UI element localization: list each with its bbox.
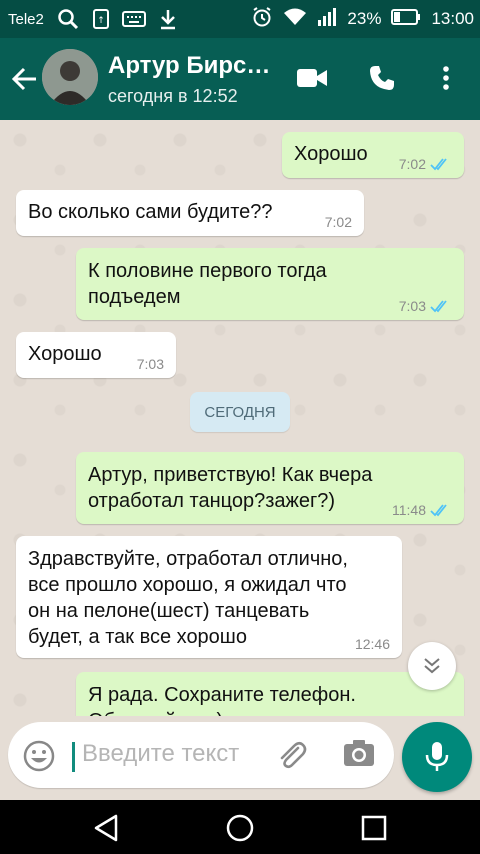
emoji-icon[interactable] — [22, 739, 56, 773]
text-caret — [72, 742, 75, 772]
message-text: Артур, приветствую! Как вчера отработал … — [88, 464, 373, 512]
message-time: 12:46 — [355, 636, 390, 652]
date-divider: СЕГОДНЯ — [190, 392, 290, 432]
message-bubble-incoming[interactable]: Здравствуйте, отработал отлично, все про… — [16, 536, 402, 658]
chat-area[interactable]: Хорошо 7:02 Во сколько сами будите?? 7:0… — [0, 120, 480, 716]
back-arrow-icon[interactable] — [10, 64, 40, 94]
contact-name[interactable]: Артур Бирс… — [108, 52, 278, 80]
time-label: 12:46 — [354, 636, 390, 652]
carrier-label: Tele2 — [8, 10, 44, 28]
message-bubble-outgoing[interactable]: Артур, приветствую! Как вчера отработал … — [76, 452, 464, 524]
status-bar: Tele2 ↑ 23% 13:00 — [0, 0, 480, 38]
videocam-icon[interactable] — [296, 62, 328, 94]
message-text: Здравствуйте, отработал отлично, все про… — [28, 548, 348, 648]
download-icon — [158, 8, 178, 30]
more-vert-icon[interactable] — [430, 62, 462, 94]
message-time: 7:03 — [137, 356, 164, 372]
time-label: 7:02 — [398, 156, 426, 172]
time-label: 11:48 — [392, 502, 426, 518]
message-text: Я рада. Сохраните телефон. Обращайтесь) — [88, 684, 356, 716]
input-placeholder: Введите текст — [82, 740, 240, 767]
recents-square-icon[interactable] — [358, 812, 390, 844]
svg-text:↑: ↑ — [97, 16, 105, 26]
alarm-icon — [251, 6, 273, 33]
battery-percent: 23% — [347, 9, 382, 28]
search-icon — [56, 7, 80, 31]
message-text: К половине первого тогда подъедем — [88, 260, 327, 308]
keyboard-icon — [121, 10, 146, 28]
clock: 13:00 — [431, 9, 474, 28]
camera-icon[interactable] — [342, 738, 378, 774]
message-time: 7:02 — [399, 156, 452, 172]
phone-icon[interactable] — [366, 62, 398, 94]
last-seen: сегодня в 12:52 — [108, 86, 238, 106]
wifi-icon — [283, 7, 307, 32]
home-circle-icon[interactable] — [224, 812, 256, 844]
time-label: 7:03 — [398, 298, 426, 314]
message-text: Во сколько сами будите?? — [28, 201, 273, 223]
message-input[interactable]: Введите текст — [8, 722, 394, 788]
system-nav-bar — [0, 800, 480, 854]
message-time: 11:48 — [392, 502, 452, 518]
double-chevron-down-icon — [424, 658, 440, 674]
status-right: 23% 13:00 — [251, 0, 474, 38]
message-bubble-incoming[interactable]: Во сколько сами будите?? 7:02 — [16, 190, 364, 236]
message-time: 7:02 — [325, 214, 352, 230]
read-receipt-icon — [430, 300, 447, 313]
message-bubble-outgoing[interactable]: К половине первого тогда подъедем 7:03 — [76, 248, 464, 320]
scroll-down-button[interactable] — [408, 642, 456, 690]
message-bubble-outgoing[interactable]: Я рада. Сохраните телефон. Обращайтесь) — [76, 672, 464, 716]
attach-icon[interactable] — [274, 738, 310, 774]
avatar[interactable] — [42, 49, 98, 105]
time-label: 7:03 — [136, 356, 164, 372]
message-time: 7:03 — [399, 298, 452, 314]
message-bubble-incoming[interactable]: Хорошо 7:03 — [16, 332, 176, 378]
back-triangle-icon[interactable] — [90, 812, 122, 844]
message-text: Хорошо — [294, 143, 368, 165]
message-text: Хорошо — [28, 343, 102, 365]
read-receipt-icon — [430, 504, 447, 517]
time-label: 7:02 — [324, 214, 352, 230]
sim-icon: ↑ — [92, 8, 110, 30]
read-receipt-icon — [430, 158, 447, 171]
mic-button[interactable] — [402, 722, 472, 792]
message-composer: Введите текст — [0, 716, 480, 800]
battery-icon — [391, 8, 421, 31]
mic-icon — [425, 742, 449, 771]
signal-icon — [317, 7, 337, 32]
chat-header: Артур Бирс… сегодня в 12:52 — [0, 38, 480, 120]
message-bubble-outgoing[interactable]: Хорошо 7:02 — [282, 132, 464, 178]
